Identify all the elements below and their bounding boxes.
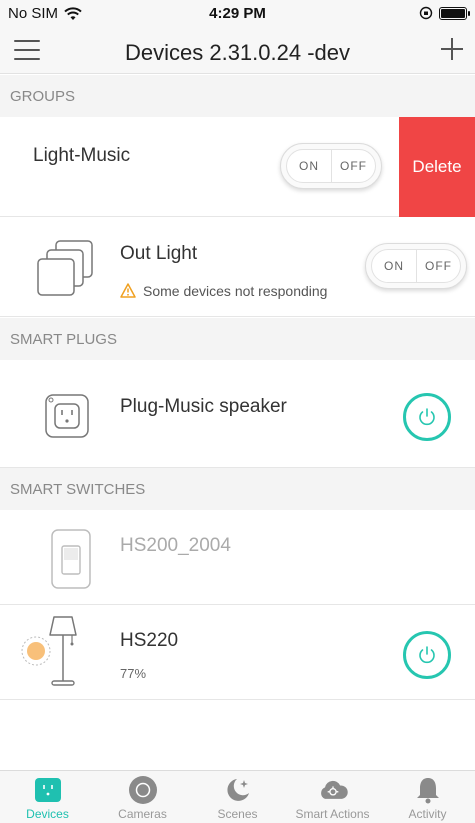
tab-cameras[interactable]: Cameras (95, 771, 190, 823)
tab-label: Activity (408, 807, 447, 821)
plus-icon (441, 38, 463, 60)
add-device-button[interactable] (439, 32, 465, 68)
section-header-smart-plugs: SMART PLUGS (0, 318, 475, 360)
section-title: SMART SWITCHES (10, 480, 146, 498)
group-toggle: ON OFF (365, 243, 467, 289)
power-icon (419, 408, 435, 426)
page-title: Devices 2.31.0.24 -dev (124, 40, 351, 65)
tab-bar: Devices Cameras Scenes Smart Actions Act… (0, 770, 475, 823)
moon-stars-icon (226, 779, 249, 801)
cloud-gear-icon (320, 780, 348, 799)
group-row-light-music[interactable]: Light-Music ON OFF Delete (0, 117, 475, 217)
on-button[interactable]: ON (372, 250, 416, 282)
brightness-value: 77% (120, 666, 147, 681)
group-name: Light-Music (33, 145, 131, 166)
off-button[interactable]: OFF (416, 250, 460, 282)
camera-icon (128, 776, 157, 804)
section-title: SMART PLUGS (10, 330, 117, 348)
tab-label: Devices (26, 807, 69, 821)
plug-row-music-speaker[interactable]: Plug-Music speaker (0, 360, 475, 468)
tab-activity[interactable]: Activity (380, 771, 475, 823)
orientation-lock-icon (419, 6, 433, 20)
plug-name: Plug-Music speaker (120, 396, 287, 417)
smart-plug-icon (45, 394, 89, 438)
status-time: 4:29 PM (209, 5, 266, 22)
power-button[interactable] (403, 631, 451, 679)
plug-icon (34, 778, 61, 802)
group-icon (37, 240, 93, 296)
warning-text: Some devices not responding (143, 283, 328, 299)
warning-icon (120, 283, 136, 298)
bell-icon (416, 778, 439, 804)
switch-name: HS200_2004 (120, 535, 231, 556)
tab-devices[interactable]: Devices (0, 771, 95, 823)
group-name: Out Light (120, 243, 198, 264)
tab-label: Scenes (217, 807, 258, 821)
group-row-out-light[interactable]: Out Light Some devices not responding ON… (0, 217, 475, 317)
section-header-groups: GROUPS (0, 75, 475, 117)
power-button[interactable] (403, 393, 451, 441)
nav-bar: Devices 2.31.0.24 -dev (0, 28, 475, 74)
tab-scenes[interactable]: Scenes (190, 771, 285, 823)
group-toggle: ON OFF (280, 143, 382, 189)
status-bar: No SIM 4:29 PM (0, 0, 475, 28)
tab-smart-actions[interactable]: Smart Actions (285, 771, 380, 823)
tab-label: Cameras (118, 807, 167, 821)
delete-button[interactable]: Delete (399, 117, 475, 217)
off-button[interactable]: OFF (331, 150, 375, 182)
section-title: GROUPS (10, 87, 76, 105)
battery-icon (439, 6, 470, 20)
tab-label: Smart Actions (295, 807, 370, 821)
switch-row-hs220[interactable]: HS220 77% (0, 605, 475, 700)
floor-lamp-icon (21, 616, 77, 686)
section-header-smart-switches: SMART SWITCHES (0, 468, 475, 510)
switch-name: HS220 (120, 630, 179, 651)
light-switch-icon (51, 529, 91, 589)
switch-row-hs200[interactable]: HS200_2004 (0, 510, 475, 605)
power-icon (419, 646, 435, 664)
on-button[interactable]: ON (287, 150, 331, 182)
